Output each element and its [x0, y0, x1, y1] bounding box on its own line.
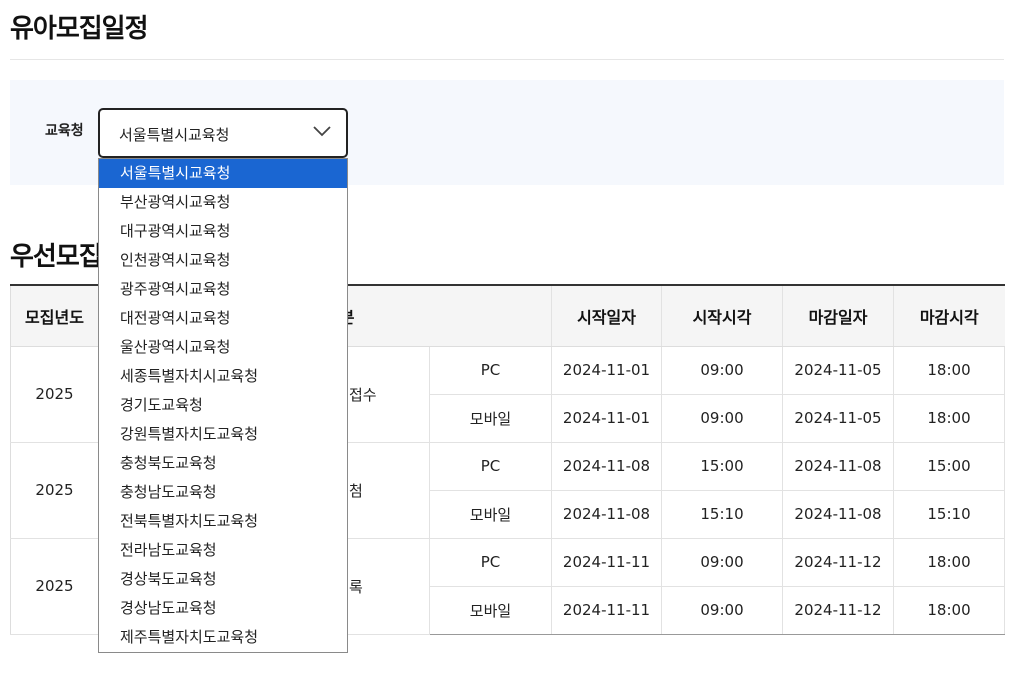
cell-channel: PC — [428, 346, 552, 395]
cell-end-time: 15:00 — [893, 442, 1006, 491]
chevron-up-icon — [313, 126, 331, 137]
header-start-date: 시작일자 — [551, 284, 662, 347]
cell-channel: 모바일 — [428, 586, 552, 635]
cell-start-time: 09:00 — [661, 586, 783, 635]
dropdown-option-chungbuk[interactable]: 충청북도교육청 — [99, 449, 347, 478]
page-title: 유아모집일정 — [10, 14, 149, 44]
cell-start-date: 2024-11-01 — [551, 394, 662, 443]
education-office-select[interactable]: 서울특별시교육청 — [98, 108, 348, 158]
education-office-selected-value: 서울특별시교육청 — [119, 126, 230, 144]
dropdown-option-daejeon[interactable]: 대전광역시교육청 — [99, 304, 347, 333]
cell-channel: PC — [428, 538, 552, 587]
header-start-time: 시작시각 — [661, 284, 783, 347]
cell-end-time: 18:00 — [893, 394, 1006, 443]
dropdown-option-gangwon[interactable]: 강원특별자치도교육청 — [99, 420, 347, 449]
cell-end-date: 2024-11-05 — [782, 346, 894, 395]
dropdown-option-ulsan[interactable]: 울산광역시교육청 — [99, 333, 347, 362]
cell-end-date: 2024-11-12 — [782, 538, 894, 587]
dropdown-option-sejong[interactable]: 세종특별자치시교육청 — [99, 362, 347, 391]
dropdown-option-gyeonggi[interactable]: 경기도교육청 — [99, 391, 347, 420]
cell-end-time: 18:00 — [893, 586, 1006, 635]
cell-end-date: 2024-11-05 — [782, 394, 894, 443]
cell-year: 2025 — [10, 346, 99, 443]
section-title: 우선모집 — [10, 242, 103, 272]
cell-start-time: 09:00 — [661, 538, 783, 587]
cell-channel: PC — [428, 442, 552, 491]
cell-start-time: 09:00 — [661, 394, 783, 443]
dropdown-option-jeju[interactable]: 제주특별자치도교육청 — [99, 623, 347, 652]
dropdown-option-chungnam[interactable]: 충청남도교육청 — [99, 478, 347, 507]
cell-end-date: 2024-11-12 — [782, 586, 894, 635]
dropdown-option-gyeongnam[interactable]: 경상남도교육청 — [99, 594, 347, 623]
dropdown-option-daegu[interactable]: 대구광역시교육청 — [99, 217, 347, 246]
education-office-dropdown-list: 서울특별시교육청 부산광역시교육청 대구광역시교육청 인천광역시교육청 광주광역… — [98, 158, 348, 653]
dropdown-option-seoul[interactable]: 서울특별시교육청 — [99, 159, 347, 188]
cell-year: 2025 — [10, 538, 99, 635]
title-divider — [10, 59, 1004, 60]
dropdown-option-jeonnam[interactable]: 전라남도교육청 — [99, 536, 347, 565]
dropdown-option-busan[interactable]: 부산광역시교육청 — [99, 188, 347, 217]
cell-end-time: 18:00 — [893, 538, 1006, 587]
dropdown-option-gwangju[interactable]: 광주광역시교육청 — [99, 275, 347, 304]
cell-start-time: 09:00 — [661, 346, 783, 395]
cell-start-time: 15:10 — [661, 490, 783, 539]
cell-start-date: 2024-11-08 — [551, 442, 662, 491]
cell-channel: 모바일 — [428, 394, 552, 443]
dropdown-option-jeonbuk[interactable]: 전북특별자치도교육청 — [99, 507, 347, 536]
dropdown-option-incheon[interactable]: 인천광역시교육청 — [99, 246, 347, 275]
header-end-time: 마감시각 — [893, 284, 1005, 347]
cell-start-date: 2024-11-08 — [551, 490, 662, 539]
header-year: 모집년도 — [10, 284, 99, 347]
cell-year: 2025 — [10, 442, 99, 539]
cell-end-date: 2024-11-08 — [782, 442, 894, 491]
cell-start-date: 2024-11-11 — [551, 586, 662, 635]
cell-start-date: 2024-11-11 — [551, 538, 662, 587]
dropdown-option-gyeongbuk[interactable]: 경상북도교육청 — [99, 565, 347, 594]
cell-end-date: 2024-11-08 — [782, 490, 894, 539]
cell-start-date: 2024-11-01 — [551, 346, 662, 395]
education-office-label: 교육청 — [45, 123, 84, 139]
cell-start-time: 15:00 — [661, 442, 783, 491]
cell-end-time: 18:00 — [893, 346, 1006, 395]
cell-channel: 모바일 — [428, 490, 552, 539]
header-end-date: 마감일자 — [782, 284, 894, 347]
cell-end-time: 15:10 — [893, 490, 1006, 539]
